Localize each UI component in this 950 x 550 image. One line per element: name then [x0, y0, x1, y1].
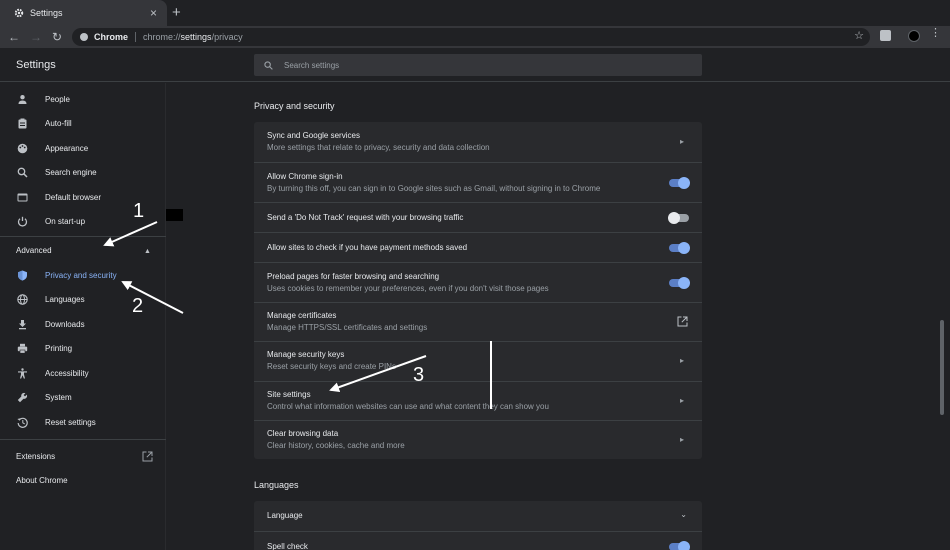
- open-external-icon[interactable]: [142, 451, 153, 462]
- arrow-right-icon: ▸: [679, 396, 684, 405]
- accessibility-icon: [17, 367, 28, 379]
- row-manage-certificates[interactable]: Manage certificates Manage HTTPS/SSL cer…: [254, 302, 702, 341]
- scrollbar[interactable]: [940, 320, 944, 415]
- bookmark-star-icon[interactable]: ☆: [854, 29, 864, 42]
- arrow-right-icon: ▸: [679, 356, 684, 365]
- section-title-languages: Languages: [254, 480, 299, 490]
- printer-icon: [17, 343, 28, 354]
- section-title-privacy: Privacy and security: [254, 101, 335, 111]
- reload-icon[interactable]: ↻: [50, 29, 64, 45]
- forward-icon[interactable]: →: [29, 29, 43, 45]
- arrow-right-icon: ▸: [679, 435, 684, 444]
- palette-icon: [17, 143, 28, 154]
- sidebar-item-system[interactable]: System: [0, 386, 166, 408]
- toggle-chrome-signin[interactable]: [669, 177, 690, 189]
- sidebar-item-reset-settings[interactable]: Reset settings: [0, 411, 166, 433]
- row-language[interactable]: Language ⌄: [254, 501, 702, 531]
- menu-icon[interactable]: ⋮: [930, 28, 941, 39]
- row-chrome-signin: Allow Chrome sign-in By turning this off…: [254, 162, 702, 202]
- power-icon: [17, 216, 28, 227]
- sidebar-item-autofill[interactable]: Auto-fill: [0, 112, 166, 134]
- address-bar[interactable]: Chrome chrome://settings/privacy ☆: [72, 28, 870, 46]
- search-placeholder: Search settings: [284, 60, 340, 70]
- omnibox-divider: [135, 32, 137, 42]
- toggle-do-not-track[interactable]: [668, 212, 689, 224]
- gear-icon: [14, 8, 24, 18]
- tab-settings[interactable]: Settings ×: [0, 0, 167, 26]
- shield-icon: [17, 270, 28, 281]
- sidebar-item-people[interactable]: People: [0, 88, 166, 110]
- toggle-payment-methods[interactable]: [669, 242, 690, 254]
- row-preload-pages: Preload pages for faster browsing and se…: [254, 262, 702, 302]
- sidebar-advanced-heading[interactable]: Advanced: [16, 246, 52, 255]
- row-security-keys[interactable]: Manage security keys Reset security keys…: [254, 341, 702, 381]
- sidebar-item-accessibility[interactable]: Accessibility: [0, 362, 166, 384]
- page-title: Settings: [16, 59, 56, 71]
- row-do-not-track: Send a 'Do Not Track' request with your …: [254, 202, 702, 232]
- row-sync[interactable]: Sync and Google services More settings t…: [254, 122, 702, 162]
- sidebar-divider: [0, 236, 166, 237]
- browser-toolbar: ← → ↻ Chrome chrome://settings/privacy ☆: [0, 26, 950, 48]
- search-icon: [264, 60, 273, 70]
- search-icon: [17, 167, 28, 178]
- search-input[interactable]: Search settings: [254, 54, 702, 76]
- extension-icon[interactable]: [880, 30, 891, 41]
- privacy-card: Sync and Google services More settings t…: [254, 122, 702, 459]
- url-text: chrome://settings/privacy: [143, 32, 243, 42]
- tab-strip: Settings × +: [0, 0, 950, 26]
- sidebar-divider: [0, 439, 166, 440]
- row-spell-check: Spell check: [254, 531, 702, 550]
- row-site-settings[interactable]: Site settings Control what information w…: [254, 381, 702, 420]
- new-tab-icon[interactable]: +: [172, 5, 181, 20]
- wrench-icon: [17, 392, 28, 403]
- chevron-up-icon[interactable]: ▲: [144, 248, 151, 255]
- download-icon: [17, 319, 28, 330]
- sidebar-item-printing[interactable]: Printing: [0, 337, 166, 359]
- annotation-label-1: 1: [133, 200, 145, 222]
- sidebar-item-search-engine[interactable]: Search engine: [0, 161, 166, 183]
- toggle-preload-pages[interactable]: [669, 277, 690, 289]
- languages-card: Language ⌄ Spell check: [254, 501, 702, 550]
- open-external-icon: [677, 316, 688, 327]
- annotation-redaction-box: [166, 209, 183, 221]
- sidebar-item-extensions[interactable]: Extensions: [16, 452, 55, 461]
- person-icon: [17, 94, 28, 105]
- chevron-down-icon: ⌄: [680, 510, 687, 519]
- toggle-spell-check[interactable]: [669, 541, 690, 550]
- sidebar-item-appearance[interactable]: Appearance: [0, 137, 166, 159]
- annotation-label-3: 3: [413, 364, 425, 386]
- browser-icon: [17, 192, 28, 203]
- row-payment-methods: Allow sites to check if you have payment…: [254, 232, 702, 262]
- annotation-label-2: 2: [132, 295, 144, 317]
- sidebar-item-about[interactable]: About Chrome: [16, 476, 68, 485]
- close-tab-icon[interactable]: ×: [150, 7, 157, 19]
- tab-title: Settings: [30, 8, 63, 18]
- row-clear-browsing-data[interactable]: Clear browsing data Clear history, cooki…: [254, 420, 702, 459]
- omnibox-chip: Chrome: [94, 32, 129, 42]
- chrome-icon: [80, 33, 88, 41]
- sidebar-item-privacy[interactable]: Privacy and security: [0, 264, 166, 286]
- history-icon: [17, 417, 28, 428]
- clipboard-icon: [17, 118, 28, 129]
- avatar[interactable]: [908, 30, 920, 42]
- arrow-right-icon: ▸: [679, 137, 684, 146]
- globe-icon: [17, 293, 28, 305]
- back-icon[interactable]: ←: [7, 29, 21, 45]
